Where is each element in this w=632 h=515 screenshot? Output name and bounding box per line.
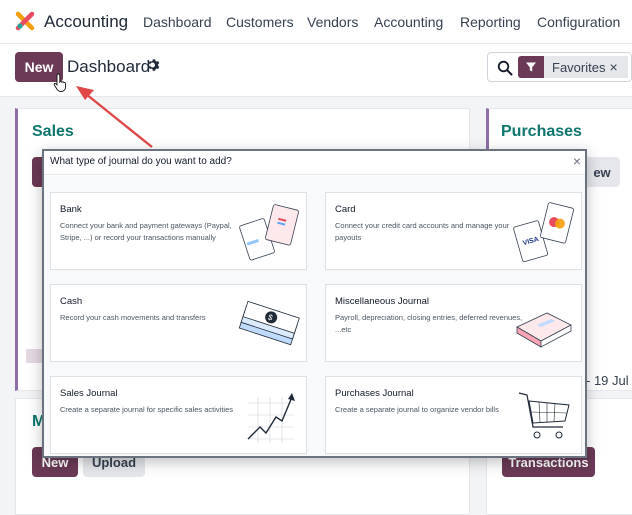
journal-option-title: Miscellaneous Journal: [335, 296, 429, 307]
app-name[interactable]: Accounting: [44, 12, 128, 32]
journal-option-bank[interactable]: Bank Connect your bank and payment gatew…: [50, 192, 307, 270]
journal-option-title: Purchases Journal: [335, 388, 414, 399]
journal-option-miscellaneous[interactable]: Miscellaneous Journal Payroll, depreciat…: [325, 284, 582, 362]
cash-bundle-icon: $: [238, 300, 300, 346]
menu-accounting[interactable]: Accounting: [374, 14, 443, 30]
dialog-title: What type of journal do you want to add?: [50, 156, 232, 167]
date-range-text: - 19 Jul: [586, 373, 629, 388]
menu-vendors[interactable]: Vendors: [307, 14, 358, 30]
purchases-new-button-partial[interactable]: ew: [584, 157, 620, 187]
add-journal-dialog: What type of journal do you want to add?…: [42, 149, 587, 458]
journal-option-description: Create a separate journal to organize ve…: [335, 405, 499, 414]
favorites-facet[interactable]: Favorites ×: [518, 56, 628, 78]
gear-icon[interactable]: [147, 58, 161, 72]
credit-cards-icon: VISA: [513, 202, 574, 263]
journal-option-title: Cash: [60, 296, 83, 307]
sales-card-title[interactable]: Sales: [32, 123, 74, 141]
menu-configuration[interactable]: Configuration: [537, 14, 620, 30]
journal-option-description: Record your cash movements and transfers: [60, 313, 206, 322]
book-icon: [516, 312, 572, 348]
journal-option-sales[interactable]: Sales Journal Create a separate journal …: [50, 376, 307, 454]
search-bar[interactable]: Favorites ×: [487, 52, 632, 82]
journal-option-title: Card: [335, 204, 356, 215]
dialog-header: What type of journal do you want to add?…: [44, 151, 585, 175]
close-icon[interactable]: ×: [573, 153, 581, 169]
top-navbar: Accounting Dashboard Customers Vendors A…: [0, 0, 632, 44]
accounting-app-logo-icon[interactable]: [15, 11, 35, 31]
menu-customers[interactable]: Customers: [226, 14, 294, 30]
page-title: Dashboard: [67, 57, 151, 76]
journal-option-cash[interactable]: Cash Record your cash movements and tran…: [50, 284, 307, 362]
purchases-new-partial-label: ew: [593, 164, 611, 180]
filter-icon: [518, 56, 544, 78]
purchases-card-title[interactable]: Purchases: [501, 123, 582, 141]
growth-chart-icon: [247, 393, 295, 443]
journal-option-description: Connect your credit card accounts and ma…: [335, 221, 510, 242]
search-icon[interactable]: [497, 60, 513, 76]
journal-option-description: Create a separate journal for specific s…: [60, 405, 233, 414]
menu-reporting[interactable]: Reporting: [460, 14, 521, 30]
journal-option-description: Payroll, depreciation, closing entries, …: [335, 313, 523, 334]
journal-option-title: Bank: [60, 204, 82, 215]
favorites-label: Favorites: [552, 59, 606, 75]
new-button[interactable]: New: [15, 52, 63, 82]
bank-cards-icon: [239, 204, 299, 261]
dialog-body: Bank Connect your bank and payment gatew…: [44, 176, 585, 456]
menu-dashboard[interactable]: Dashboard: [143, 14, 212, 30]
journal-option-card[interactable]: Card Connect your credit card accounts a…: [325, 192, 582, 270]
journal-option-purchases[interactable]: Purchases Journal Create a separate jour…: [325, 376, 582, 454]
remove-facet-icon[interactable]: ×: [609, 59, 617, 75]
shopping-cart-icon: [518, 392, 570, 439]
journal-option-title: Sales Journal: [60, 388, 118, 399]
journal-option-description: Connect your bank and payment gateways (…: [60, 221, 232, 242]
